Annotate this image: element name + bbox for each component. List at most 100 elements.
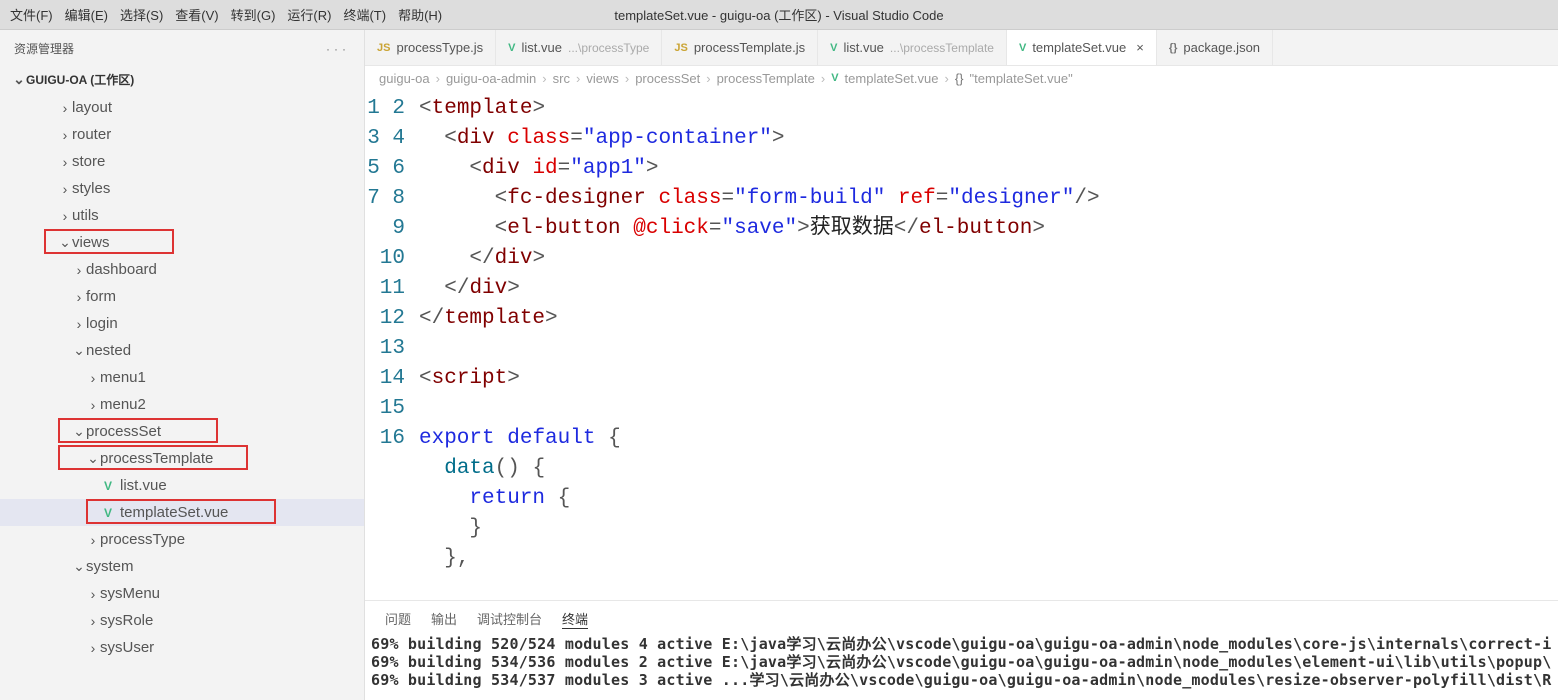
editor-tab[interactable]: Vlist.vue...\processTemplate xyxy=(818,30,1007,65)
tab-path: ...\processType xyxy=(568,41,649,55)
tree-label: system xyxy=(86,558,134,575)
tree-label: templateSet.vue xyxy=(120,504,228,521)
menu-item[interactable]: 帮助(H) xyxy=(398,5,442,24)
menu-item[interactable]: 运行(R) xyxy=(287,5,331,24)
chevron-right-icon: › xyxy=(86,586,100,602)
chevron-down-icon: ⌄ xyxy=(72,342,86,359)
tree-label: processSet xyxy=(86,423,161,440)
code-editor[interactable]: 1 2 3 4 5 6 7 8 9 10 11 12 13 14 15 16 <… xyxy=(365,90,1558,600)
editor-tab[interactable]: JSprocessType.js xyxy=(365,30,496,65)
chevron-right-icon: › xyxy=(72,316,86,332)
tree-item[interactable]: Vlist.vue xyxy=(0,472,364,499)
tree-item[interactable]: ›processType xyxy=(0,526,364,553)
tree-item[interactable]: ›sysUser xyxy=(0,634,364,661)
explorer-sidebar: 资源管理器 ··· ⌄ GUIGU-OA (工作区) ›layout›route… xyxy=(0,30,365,700)
tree-item[interactable]: ›form xyxy=(0,283,364,310)
breadcrumb[interactable]: guigu-oa › guigu-oa-admin › src › views › proces… xyxy=(365,66,1558,90)
vue-file-icon: V xyxy=(100,478,116,494)
menu-item[interactable]: 转到(G) xyxy=(231,5,276,24)
chevron-right-icon: › xyxy=(86,370,100,386)
vue-file-icon: V xyxy=(100,505,116,521)
terminal-output[interactable]: 69% building 520/524 modules 4 active E:… xyxy=(365,633,1558,700)
breadcrumb-segment[interactable]: guigu-oa xyxy=(379,71,430,86)
editor-tab[interactable]: VtemplateSet.vue× xyxy=(1007,30,1157,65)
tree-item[interactable]: ›sysRole xyxy=(0,607,364,634)
panel-tab[interactable]: 问题 xyxy=(385,609,411,629)
menu-item[interactable]: 文件(F) xyxy=(10,5,53,24)
chevron-right-icon: › xyxy=(86,397,100,413)
breadcrumb-segment[interactable]: "templateSet.vue" xyxy=(970,71,1073,86)
panel-tabs: 问题输出调试控制台终端 xyxy=(365,601,1558,633)
tree-label: router xyxy=(72,126,111,143)
tree-label: store xyxy=(72,153,105,170)
vue-file-icon: V xyxy=(831,72,838,84)
titlebar: 文件(F) 编辑(E) 选择(S) 查看(V) 转到(G) 运行(R) 终端(T) 帮助(H)… xyxy=(0,0,1558,30)
tab-label: package.json xyxy=(1183,40,1260,55)
more-icon[interactable]: ··· xyxy=(326,42,350,56)
tree-label: form xyxy=(86,288,116,305)
menu-item[interactable]: 编辑(E) xyxy=(65,5,108,24)
breadcrumb-separator: › xyxy=(706,71,710,86)
breadcrumb-separator: › xyxy=(576,71,580,86)
tab-label: processType.js xyxy=(396,40,483,55)
project-header[interactable]: ⌄ GUIGU-OA (工作区) xyxy=(0,67,364,92)
tree-item[interactable]: ›utils xyxy=(0,202,364,229)
tree-label: processTemplate xyxy=(100,450,213,467)
editor-tab[interactable]: JSprocessTemplate.js xyxy=(662,30,818,65)
tree-item[interactable]: ›dashboard xyxy=(0,256,364,283)
menu-item[interactable]: 终端(T) xyxy=(343,5,386,24)
tree-label: utils xyxy=(72,207,99,224)
panel-tab[interactable]: 调试控制台 xyxy=(477,609,542,629)
menubar: 文件(F) 编辑(E) 选择(S) 查看(V) 转到(G) 运行(R) 终端(T) 帮助(H) xyxy=(0,5,442,24)
breadcrumb-segment[interactable]: processTemplate xyxy=(717,71,815,86)
tree-item[interactable]: ›router xyxy=(0,121,364,148)
breadcrumb-segment[interactable]: guigu-oa-admin xyxy=(446,71,536,86)
js-icon: JS xyxy=(674,42,687,54)
menu-item[interactable]: 选择(S) xyxy=(120,5,163,24)
tree-item[interactable]: ›menu2 xyxy=(0,391,364,418)
json-icon: {} xyxy=(1169,42,1178,54)
tab-label: list.vue xyxy=(522,40,562,55)
chevron-down-icon: ⌄ xyxy=(72,423,86,440)
tree-item[interactable]: ›layout xyxy=(0,94,364,121)
tree-label: styles xyxy=(72,180,110,197)
tree-item[interactable]: ⌄processSet xyxy=(0,418,364,445)
panel-tab[interactable]: 输出 xyxy=(431,609,457,629)
breadcrumb-segment[interactable]: processSet xyxy=(635,71,700,86)
explorer-title: 资源管理器 xyxy=(14,40,74,57)
menu-item[interactable]: 查看(V) xyxy=(175,5,218,24)
tree-item[interactable]: ›styles xyxy=(0,175,364,202)
tree-item[interactable]: ⌄system xyxy=(0,553,364,580)
breadcrumb-segment[interactable]: src xyxy=(553,71,570,86)
breadcrumb-segment[interactable]: views xyxy=(586,71,619,86)
tree-label: menu1 xyxy=(100,369,146,386)
editor-pane: JSprocessType.jsVlist.vue...\processType… xyxy=(365,30,1558,700)
chevron-right-icon: › xyxy=(72,262,86,278)
editor-tab[interactable]: Vlist.vue...\processType xyxy=(496,30,662,65)
tree-item[interactable]: ⌄views xyxy=(0,229,364,256)
tree-item[interactable]: ›sysMenu xyxy=(0,580,364,607)
tree-item[interactable]: VtemplateSet.vue xyxy=(0,499,364,526)
breadcrumb-separator: › xyxy=(542,71,546,86)
tree-label: sysMenu xyxy=(100,585,160,602)
tree-label: list.vue xyxy=(120,477,167,494)
tree-item[interactable]: ⌄processTemplate xyxy=(0,445,364,472)
tree-item[interactable]: ⌄nested xyxy=(0,337,364,364)
breadcrumb-segment[interactable]: templateSet.vue xyxy=(845,71,939,86)
tree-item[interactable]: ›login xyxy=(0,310,364,337)
editor-tab[interactable]: {} package.json xyxy=(1157,30,1273,65)
tab-path: ...\processTemplate xyxy=(890,41,994,55)
tree-label: views xyxy=(72,234,110,251)
breadcrumb-separator: › xyxy=(945,71,949,86)
close-icon[interactable]: × xyxy=(1136,40,1144,55)
tree-item[interactable]: ›store xyxy=(0,148,364,175)
panel-tab[interactable]: 终端 xyxy=(562,609,588,629)
chevron-down-icon: ⌄ xyxy=(72,558,86,575)
code-content[interactable]: <template> <div class="app-container"> <… xyxy=(419,90,1558,600)
chevron-down-icon: ⌄ xyxy=(12,71,26,88)
tree-label: nested xyxy=(86,342,131,359)
tree-item[interactable]: ›menu1 xyxy=(0,364,364,391)
tree-label: dashboard xyxy=(86,261,157,278)
breadcrumb-separator: › xyxy=(625,71,629,86)
tree-label: login xyxy=(86,315,118,332)
